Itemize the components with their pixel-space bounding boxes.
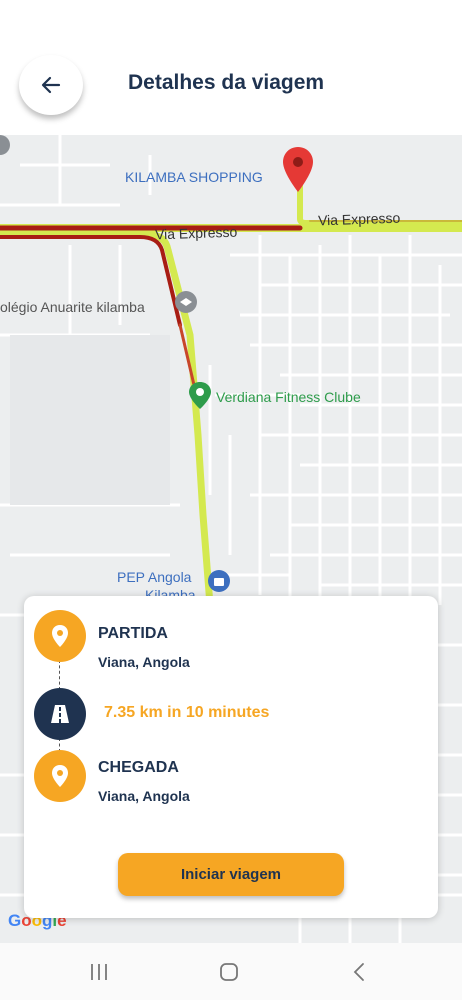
home-icon — [220, 963, 238, 981]
road-icon — [51, 705, 69, 723]
app-header: Detalhes da viagem — [0, 0, 462, 135]
page-title: Detalhes da viagem — [128, 71, 325, 94]
arrival-icon-circle — [34, 750, 86, 802]
trip-distance-time: 7.35 km in 10 minutes — [104, 704, 270, 721]
departure-title: PARTIDA — [98, 625, 168, 642]
start-trip-button[interactable]: Iniciar viagem — [118, 853, 344, 896]
map-label-via-expresso: Via Expresso — [317, 209, 401, 229]
location-pin-icon — [52, 625, 68, 647]
road-icon-circle — [34, 688, 86, 740]
back-button[interactable] — [19, 55, 83, 115]
map-label-colegio: olégio Anuarite kilamba — [0, 299, 145, 315]
route-connector — [59, 660, 60, 690]
nav-back-button[interactable] — [339, 957, 379, 987]
system-nav-bar — [0, 943, 462, 1000]
back-icon — [353, 963, 364, 981]
map-label-pep-angola: PEP Angola — [117, 569, 192, 585]
map-label-kilamba-shopping: KILAMBA SHOPPING — [125, 169, 263, 185]
destination-marker — [283, 147, 313, 192]
map-label-verdiana: Verdiana Fitness Clube — [216, 389, 361, 405]
recent-apps-icon — [91, 964, 107, 980]
arrival-place: Viana, Angola — [98, 788, 190, 804]
trip-details-card: PARTIDA Viana, Angola 7.35 km in 10 minu… — [24, 596, 438, 918]
departure-icon-circle — [34, 610, 86, 662]
arrival-title: CHEGADA — [98, 759, 179, 776]
location-pin-icon — [52, 765, 68, 787]
recent-apps-button[interactable] — [79, 957, 119, 987]
arrow-left-icon — [41, 76, 61, 94]
home-button[interactable] — [209, 957, 249, 987]
map-label-via-expresso: Via Expresso — [154, 223, 238, 243]
departure-place: Viana, Angola — [98, 654, 190, 670]
